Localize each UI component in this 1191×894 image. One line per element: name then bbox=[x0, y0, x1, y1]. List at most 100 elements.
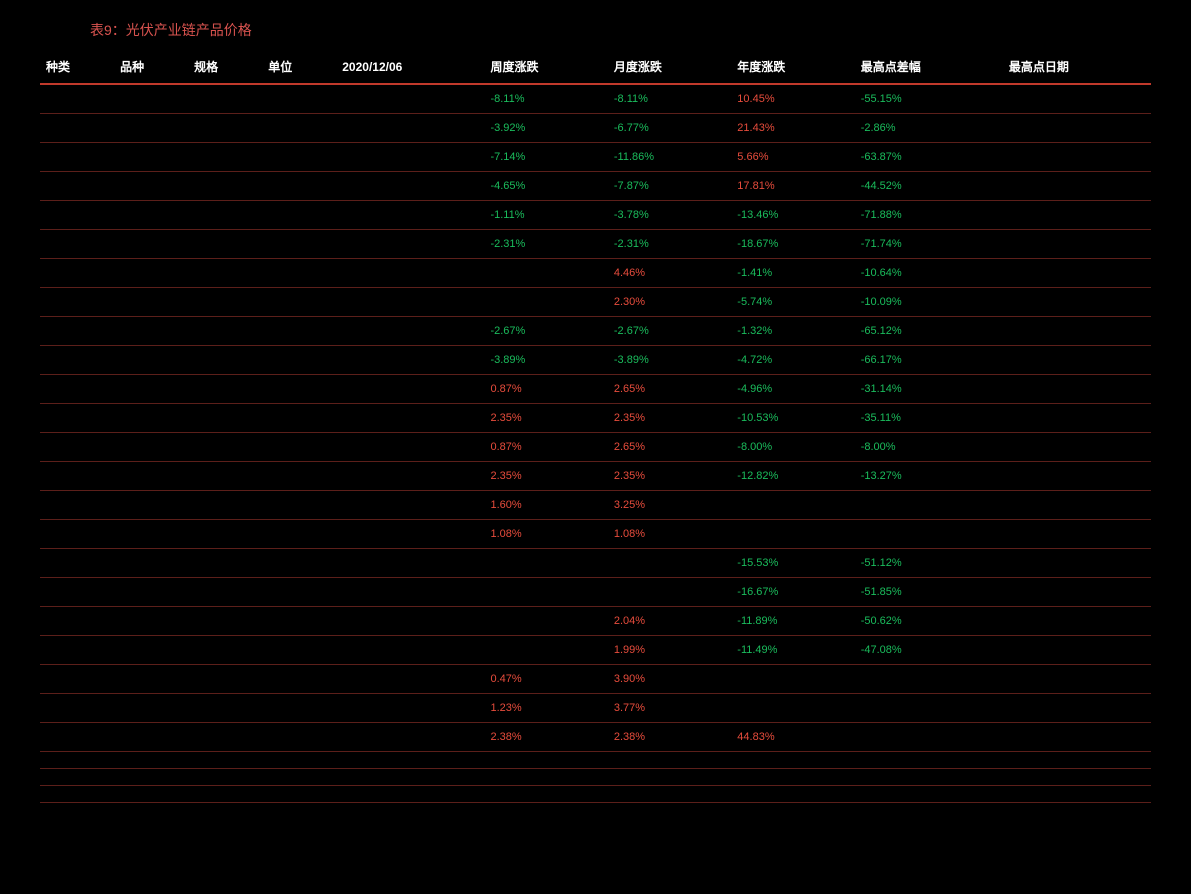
cell-price bbox=[336, 172, 484, 201]
col-yearly: 年度涨跌 bbox=[731, 50, 854, 84]
cell-kind bbox=[40, 230, 114, 259]
cell-kind bbox=[40, 607, 114, 636]
cell-monthly: 1.99% bbox=[608, 636, 731, 665]
cell-monthly bbox=[608, 769, 731, 786]
cell-spec bbox=[188, 520, 262, 549]
cell-unit bbox=[262, 723, 336, 752]
cell-monthly: 2.38% bbox=[608, 723, 731, 752]
cell-weekly: 1.60% bbox=[484, 491, 607, 520]
cell-kind bbox=[40, 259, 114, 288]
cell-peak-diff: -44.52% bbox=[855, 172, 1003, 201]
cell-spec bbox=[188, 375, 262, 404]
cell-peak-date bbox=[1003, 172, 1151, 201]
cell-weekly: 2.35% bbox=[484, 404, 607, 433]
cell-yearly: -16.67% bbox=[731, 578, 854, 607]
cell-kind bbox=[40, 520, 114, 549]
cell-peak-date bbox=[1003, 288, 1151, 317]
cell-yearly bbox=[731, 491, 854, 520]
cell-peak-date bbox=[1003, 201, 1151, 230]
cell-kind bbox=[40, 404, 114, 433]
cell-spec bbox=[188, 769, 262, 786]
table-row: -16.67%-51.85% bbox=[40, 578, 1151, 607]
cell-peak-date bbox=[1003, 752, 1151, 769]
cell-variety bbox=[114, 317, 188, 346]
cell-peak-date bbox=[1003, 491, 1151, 520]
cell-peak-date bbox=[1003, 114, 1151, 143]
table-row: -2.31%-2.31%-18.67%-71.74% bbox=[40, 230, 1151, 259]
cell-variety bbox=[114, 607, 188, 636]
cell-kind bbox=[40, 723, 114, 752]
cell-unit bbox=[262, 172, 336, 201]
col-unit: 单位 bbox=[262, 50, 336, 84]
cell-unit bbox=[262, 665, 336, 694]
cell-variety bbox=[114, 259, 188, 288]
cell-peak-date bbox=[1003, 549, 1151, 578]
cell-weekly: -4.65% bbox=[484, 172, 607, 201]
cell-monthly: -7.87% bbox=[608, 172, 731, 201]
table-row: -2.67%-2.67%-1.32%-65.12% bbox=[40, 317, 1151, 346]
cell-variety bbox=[114, 636, 188, 665]
cell-spec bbox=[188, 549, 262, 578]
cell-variety bbox=[114, 752, 188, 769]
cell-yearly: -5.74% bbox=[731, 288, 854, 317]
cell-variety bbox=[114, 665, 188, 694]
cell-variety bbox=[114, 143, 188, 172]
table-row: 0.87%2.65%-4.96%-31.14% bbox=[40, 375, 1151, 404]
cell-variety bbox=[114, 520, 188, 549]
table-row: 2.35%2.35%-10.53%-35.11% bbox=[40, 404, 1151, 433]
cell-weekly: 2.35% bbox=[484, 462, 607, 491]
cell-yearly: -13.46% bbox=[731, 201, 854, 230]
cell-variety bbox=[114, 786, 188, 803]
cell-spec bbox=[188, 752, 262, 769]
table-body: -8.11%-8.11%10.45%-55.15%-3.92%-6.77%21.… bbox=[40, 84, 1151, 803]
table-row: -3.92%-6.77%21.43%-2.86% bbox=[40, 114, 1151, 143]
cell-price bbox=[336, 491, 484, 520]
cell-peak-date bbox=[1003, 769, 1151, 786]
cell-peak-diff: -65.12% bbox=[855, 317, 1003, 346]
cell-yearly: -10.53% bbox=[731, 404, 854, 433]
cell-monthly bbox=[608, 752, 731, 769]
cell-unit bbox=[262, 491, 336, 520]
cell-peak-diff: -13.27% bbox=[855, 462, 1003, 491]
cell-peak-diff bbox=[855, 769, 1003, 786]
cell-kind bbox=[40, 665, 114, 694]
cell-monthly: 1.08% bbox=[608, 520, 731, 549]
cell-yearly bbox=[731, 520, 854, 549]
cell-spec bbox=[188, 404, 262, 433]
col-date: 2020/12/06 bbox=[336, 50, 484, 84]
cell-variety bbox=[114, 201, 188, 230]
table-row: 1.23%3.77% bbox=[40, 694, 1151, 723]
cell-peak-diff: -51.85% bbox=[855, 578, 1003, 607]
cell-kind bbox=[40, 172, 114, 201]
table-row: -4.65%-7.87%17.81%-44.52% bbox=[40, 172, 1151, 201]
cell-weekly: -8.11% bbox=[484, 84, 607, 114]
cell-yearly: -1.32% bbox=[731, 317, 854, 346]
cell-spec bbox=[188, 172, 262, 201]
cell-yearly: 10.45% bbox=[731, 84, 854, 114]
cell-peak-date bbox=[1003, 520, 1151, 549]
cell-monthly: 4.46% bbox=[608, 259, 731, 288]
cell-spec bbox=[188, 317, 262, 346]
cell-peak-date bbox=[1003, 259, 1151, 288]
cell-unit bbox=[262, 84, 336, 114]
cell-peak-diff: -63.87% bbox=[855, 143, 1003, 172]
cell-peak-date bbox=[1003, 723, 1151, 752]
cell-peak-date bbox=[1003, 578, 1151, 607]
cell-spec bbox=[188, 230, 262, 259]
cell-monthly: -8.11% bbox=[608, 84, 731, 114]
cell-price bbox=[336, 752, 484, 769]
cell-unit bbox=[262, 462, 336, 491]
cell-peak-diff: -35.11% bbox=[855, 404, 1003, 433]
cell-variety bbox=[114, 404, 188, 433]
cell-unit bbox=[262, 769, 336, 786]
cell-weekly: 0.47% bbox=[484, 665, 607, 694]
cell-kind bbox=[40, 433, 114, 462]
cell-yearly: -15.53% bbox=[731, 549, 854, 578]
table-row: -15.53%-51.12% bbox=[40, 549, 1151, 578]
cell-price bbox=[336, 665, 484, 694]
cell-peak-date bbox=[1003, 607, 1151, 636]
cell-yearly: -4.96% bbox=[731, 375, 854, 404]
cell-weekly: -3.92% bbox=[484, 114, 607, 143]
cell-peak-diff bbox=[855, 694, 1003, 723]
cell-unit bbox=[262, 143, 336, 172]
